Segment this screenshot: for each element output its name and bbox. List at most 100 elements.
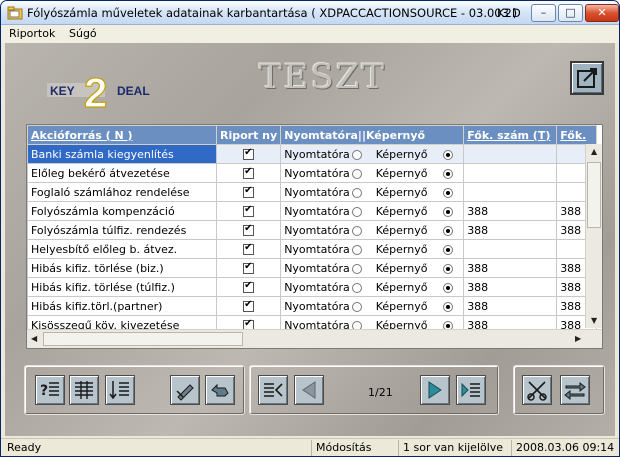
cell-akcioforras[interactable]: Foglaló számlához rendelése — [27, 182, 217, 202]
vertical-scroll-thumb[interactable] — [587, 162, 601, 228]
minimize-button[interactable]: – — [531, 4, 556, 22]
first-page-button[interactable] — [258, 375, 288, 405]
scroll-up-icon[interactable]: ▲ — [591, 147, 597, 156]
scroll-right-icon[interactable]: ▶ — [575, 334, 581, 343]
cell-fok-szam[interactable]: 388 — [463, 277, 558, 297]
scroll-down-icon[interactable]: ▼ — [591, 316, 597, 325]
cell-fok-szam[interactable]: 388 — [463, 220, 558, 240]
edit-pencil-button[interactable] — [170, 375, 200, 405]
cell-output-target: Nyomtatóra Képernyő — [280, 163, 465, 183]
riport-checkbox[interactable] — [243, 261, 255, 274]
nyomtatora-radio[interactable] — [351, 149, 362, 160]
undo-arrow-button[interactable] — [205, 375, 235, 405]
column-header-riport[interactable]: Riport ny — [215, 125, 282, 145]
kepernyo-label: Képernyő — [375, 261, 428, 275]
nyomtatora-radio[interactable] — [351, 187, 362, 198]
kepernyo-radio[interactable] — [443, 149, 454, 160]
scroll-left-icon[interactable]: ◀ — [31, 334, 37, 343]
riport-checkbox[interactable] — [243, 185, 255, 198]
cell-akcioforras[interactable]: Folyószámla túlfiz. rendezés — [27, 220, 217, 240]
maximize-button[interactable]: □ — [558, 4, 583, 22]
nyomtatora-radio[interactable] — [351, 301, 362, 312]
column-header-fok[interactable]: Fők. — [556, 125, 598, 145]
sort-list-button[interactable] — [105, 375, 135, 405]
nyomtatora-radio[interactable] — [351, 244, 362, 255]
table-row[interactable]: Előleg bekérő átvezetése Nyomtatóra Képern… — [27, 163, 598, 183]
app-code-label: K2D — [497, 6, 521, 20]
nyomtatora-radio[interactable] — [351, 282, 362, 293]
nyomtatora-label: Nyomtatóra — [284, 280, 350, 294]
table-row[interactable]: Banki számla kiegyenlítés Nyomtatóra Képer… — [27, 144, 598, 164]
menu-riportok[interactable]: Riportok — [9, 27, 55, 40]
table-row[interactable]: Folyószámla kompenzáció Nyomtatóra Képerny… — [27, 201, 598, 221]
cell-akcioforras[interactable]: Előleg bekérő átvezetése — [27, 163, 217, 183]
riport-checkbox[interactable] — [243, 280, 255, 293]
kepernyo-radio[interactable] — [443, 206, 454, 217]
riport-checkbox[interactable] — [243, 147, 255, 160]
cell-output-target: Nyomtatóra Képernyő — [280, 182, 465, 202]
cell-fok-szam[interactable] — [463, 182, 558, 202]
cut-icon — [527, 381, 547, 401]
kepernyo-radio[interactable] — [443, 301, 454, 312]
riport-checkbox[interactable] — [243, 223, 255, 236]
riport-checkbox[interactable] — [243, 166, 255, 179]
nyomtatora-label: Nyomtatóra — [284, 166, 350, 180]
riport-checkbox[interactable] — [243, 299, 255, 312]
previous-page-button[interactable] — [294, 375, 324, 405]
last-page-button[interactable] — [456, 375, 486, 405]
cell-fok-szam[interactable] — [463, 144, 558, 164]
cell-fok-szam[interactable] — [463, 239, 558, 259]
nyomtatora-radio[interactable] — [351, 206, 362, 217]
kepernyo-radio[interactable] — [443, 168, 454, 179]
cell-fok-szam[interactable] — [463, 163, 558, 183]
table-row[interactable]: Foglaló számlához rendelése Nyomtatóra Kép… — [27, 182, 598, 202]
horizontal-scroll-thumb[interactable] — [43, 332, 243, 346]
cell-akcioforras[interactable]: Folyószámla kompenzáció — [27, 201, 217, 221]
horizontal-scrollbar[interactable]: ◀ ▶ — [27, 329, 602, 348]
riport-checkbox[interactable] — [243, 242, 255, 255]
next-page-button[interactable] — [420, 375, 450, 405]
cell-akcioforras[interactable]: Hibás kifiz. törlése (biz.) — [27, 258, 217, 278]
cell-akcioforras[interactable]: Banki számla kiegyenlítés — [27, 144, 217, 164]
cell-fok-szam[interactable]: 388 — [463, 201, 558, 221]
data-grid[interactable]: Akcióforrás ( N ) Riport ny Nyomtatóra||… — [26, 124, 603, 349]
list-button[interactable] — [69, 375, 99, 405]
cell-fok-szam[interactable]: 388 — [463, 296, 558, 316]
kepernyo-radio[interactable] — [443, 225, 454, 236]
kepernyo-label: Képernyő — [375, 299, 428, 313]
cell-akcioforras[interactable]: Helyesbítő előleg b. átvez. — [27, 239, 217, 259]
column-header-nyomtatora-kepernyo[interactable]: Nyomtatóra||Képernyő — [280, 125, 465, 145]
kepernyo-radio[interactable] — [443, 282, 454, 293]
menu-sugo[interactable]: Súgó — [69, 27, 97, 40]
kepernyo-radio[interactable] — [443, 263, 454, 274]
table-row[interactable]: Hibás kifiz. törlése (biz.) Nyomtatóra Kép… — [27, 258, 598, 278]
kepernyo-radio[interactable] — [443, 244, 454, 255]
table-row[interactable]: Hibás kifiz.törl.(partner) Nyomtatóra Képe… — [27, 296, 598, 316]
cut-button[interactable] — [522, 375, 552, 405]
vertical-scrollbar[interactable]: ▲ ▼ — [585, 144, 602, 328]
table-row[interactable]: Folyószámla túlfiz. rendezés Nyomtatóra Ké… — [27, 220, 598, 240]
title-bar[interactable]: Fólyószámla műveletek adatainak karbanta… — [1, 1, 619, 25]
column-header-fok-szam[interactable]: Fők. szám (T) — [463, 125, 558, 145]
table-row[interactable]: Helyesbítő előleg b. átvez. Nyomtatóra Kép… — [27, 239, 598, 259]
nyomtatora-radio[interactable] — [351, 168, 362, 179]
help-list-button[interactable]: ? — [35, 375, 65, 405]
cell-riport — [215, 239, 282, 259]
nyomtatora-label: Nyomtatóra — [284, 147, 350, 161]
cell-output-target: Nyomtatóra Képernyő — [280, 220, 465, 240]
edit-window-button[interactable] — [570, 61, 604, 95]
riport-checkbox[interactable] — [243, 204, 255, 217]
cell-fok-szam[interactable]: 388 — [463, 258, 558, 278]
nyomtatora-radio[interactable] — [351, 225, 362, 236]
column-header-akcioforras[interactable]: Akcióforrás ( N ) — [27, 125, 217, 145]
cell-akcioforras[interactable]: Hibás kifiz.törl.(partner) — [27, 296, 217, 316]
nyomtatora-radio[interactable] — [351, 263, 362, 274]
close-button[interactable]: ✕ — [585, 4, 619, 22]
kepernyo-radio[interactable] — [443, 187, 454, 198]
nyomtatora-label: Nyomtatóra — [284, 204, 350, 218]
sort-list-icon — [109, 381, 129, 400]
swap-arrows-button[interactable] — [560, 375, 590, 405]
logo-key-text: KEY — [50, 84, 75, 98]
cell-akcioforras[interactable]: Hibás kifiz. törlése (túlfiz.) — [27, 277, 217, 297]
table-row[interactable]: Hibás kifiz. törlése (túlfiz.) Nyomtatóra… — [27, 277, 598, 297]
